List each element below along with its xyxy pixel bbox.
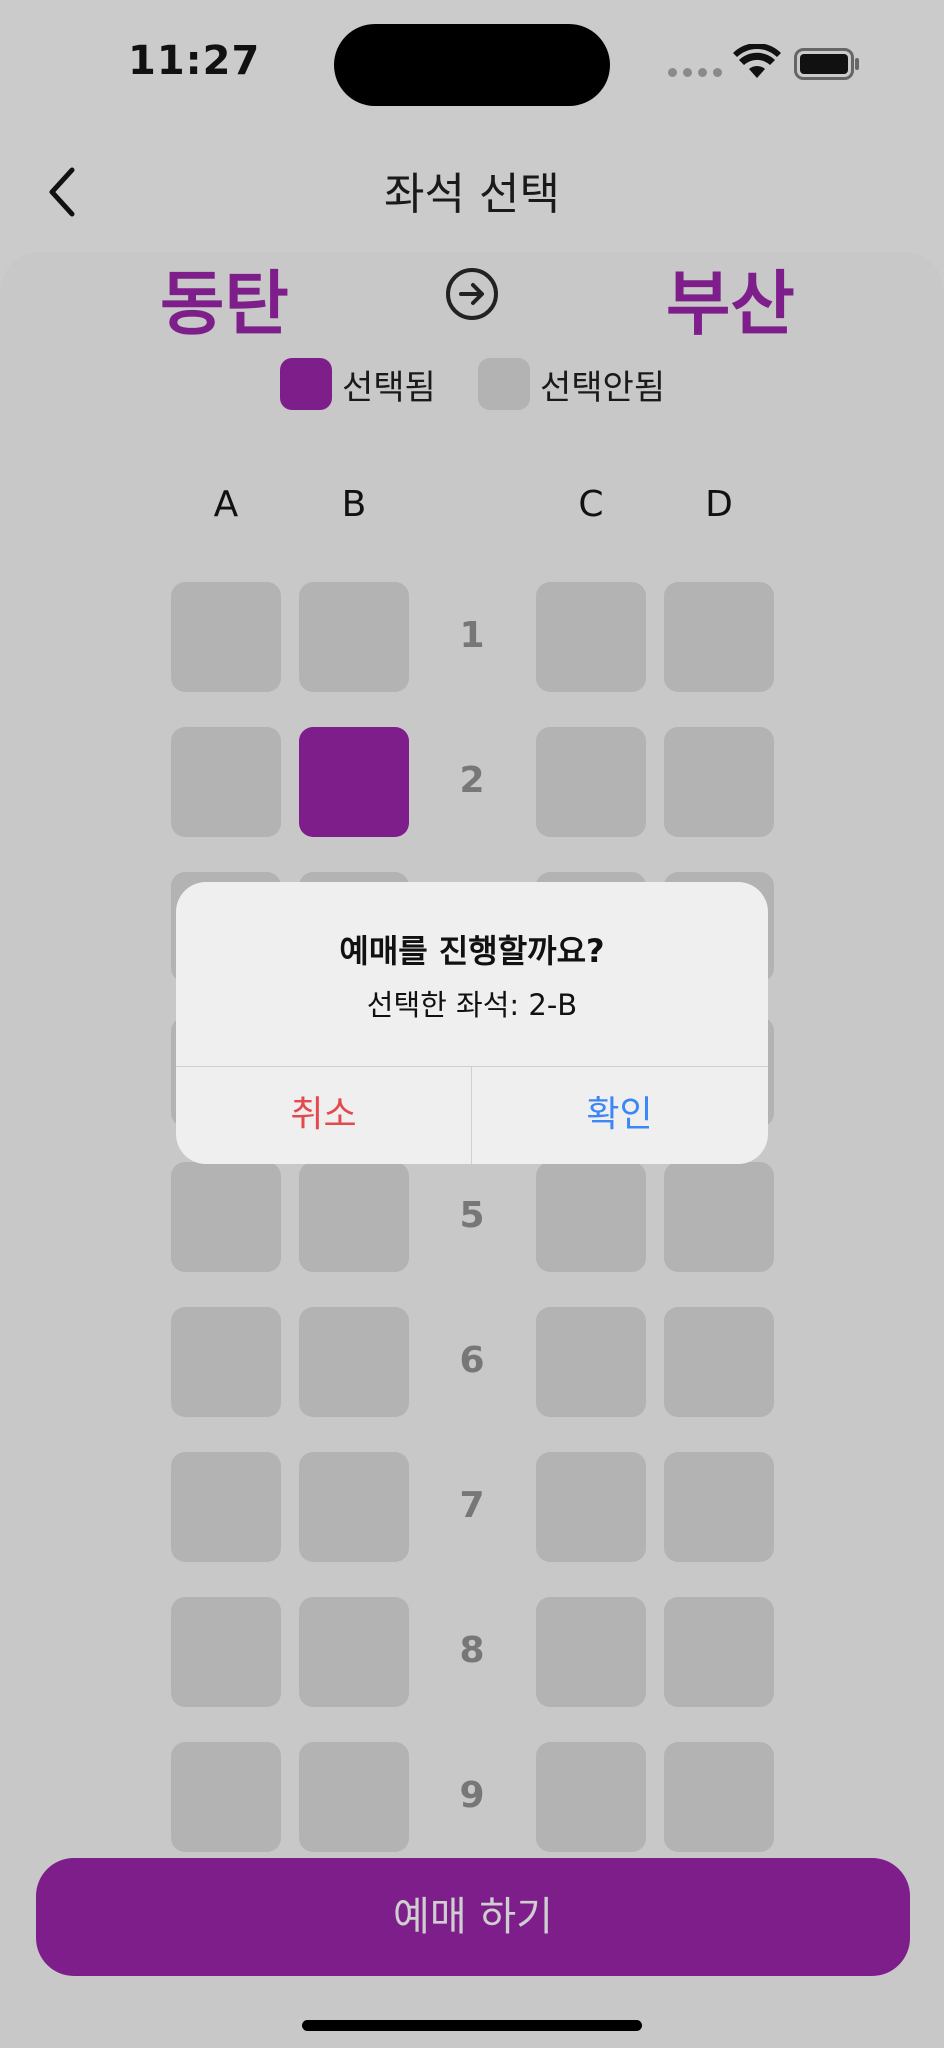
cancel-button[interactable]: 취소 — [176, 1066, 471, 1164]
home-indicator — [302, 2020, 642, 2031]
confirm-dialog: 예매를 진행할까요? 선택한 좌석: 2-B 취소 확인 — [176, 882, 768, 1164]
book-button[interactable]: 예매 하기 — [36, 1858, 910, 1976]
dialog-title: 예매를 진행할까요? — [339, 932, 605, 970]
dialog-message: 선택한 좌석: 2-B — [366, 988, 578, 1022]
confirm-button[interactable]: 확인 — [472, 1066, 767, 1164]
